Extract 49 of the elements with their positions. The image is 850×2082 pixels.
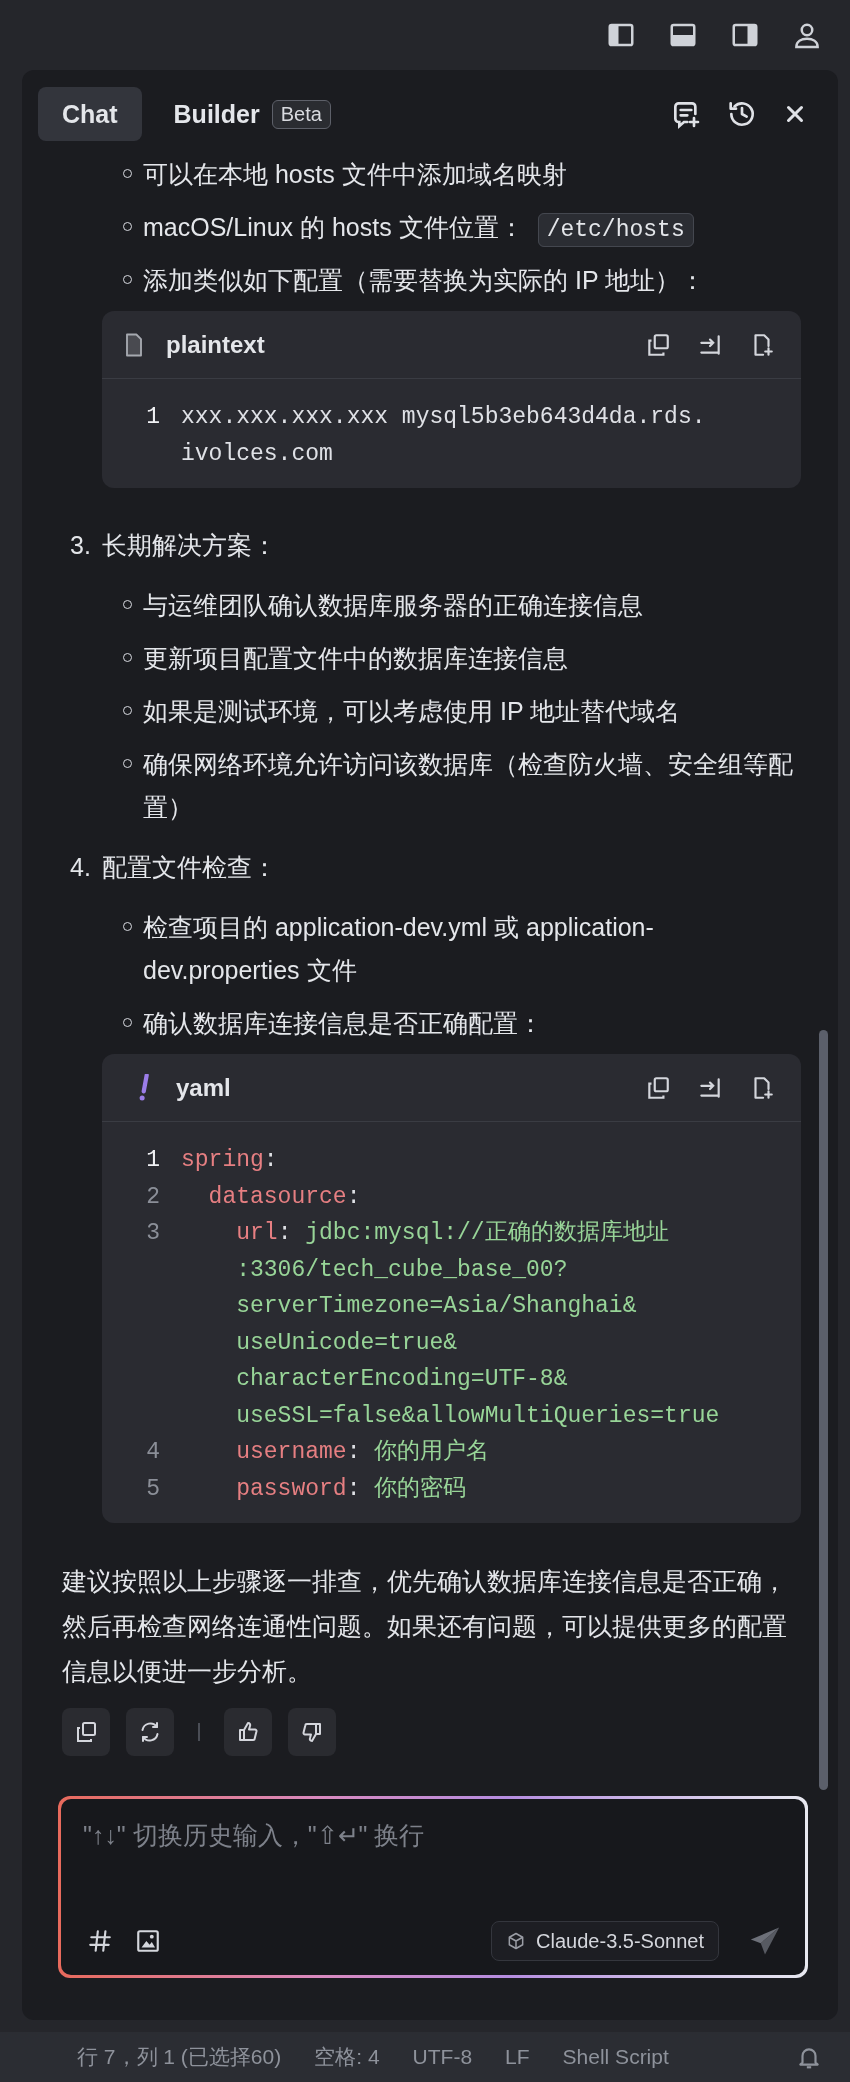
hash-icon (87, 1928, 113, 1954)
code-line: password: 你的密码 (235, 1474, 467, 1504)
list-item-text: 长期解决方案： (102, 530, 277, 561)
list-item-text: 检查项目的 application-dev.yml 或 application-dev.properties 文件 (143, 912, 655, 986)
copy-icon (645, 1074, 671, 1101)
list-item-text: 确保网络环境允许访问该数据库（检查防火墙、安全组等配置） (143, 749, 794, 823)
code-line: url: jdbc:mysql://正确的数据库地址 :3306/tech_cube_base_00? serverTimezone=Asia/Shanghai& useUnicode=true& characterEncoding=UTF-8& useSSL=false&allowMultiQueries=true (235, 1218, 720, 1431)
line-number: 2 (145, 1182, 160, 1212)
list-item-text: 与运维团队确认数据库服务器的正确连接信息 (143, 590, 643, 621)
thumbs-up-button[interactable] (223, 1708, 272, 1756)
status-item[interactable]: UTF-8 (412, 2045, 473, 2069)
list-number: 3. (70, 530, 92, 561)
scrollbar[interactable] (819, 1030, 828, 1790)
tab[interactable]: Builder Beta (159, 87, 355, 141)
image-icon (135, 1928, 161, 1954)
line-number: 1 (145, 403, 160, 432)
list-item-text: 更新项目配置文件中的数据库连接信息 (143, 643, 568, 674)
list-item-text: 可以在本地 hosts 文件中添加域名映射 (143, 159, 567, 190)
regenerate-button[interactable] (126, 1708, 174, 1756)
list-item-text: 添加类似如下配置（需要替换为实际的 IP 地址）： (143, 265, 706, 296)
list-item-text: 确认数据库连接信息是否正确配置： (143, 1008, 543, 1039)
code-line: spring: (181, 1146, 278, 1175)
inline-code: /etc/hosts (537, 213, 694, 247)
thumbs-down-button[interactable] (287, 1708, 336, 1756)
list-item-text: 配置文件检查： (102, 852, 277, 883)
message-input[interactable]: "↑↓" 切换历史输入，"⇧↵" 换行 Claude-3.5-Sonnet (58, 1796, 808, 1978)
list-number: 4. (70, 852, 92, 883)
line-number: 5 (145, 1474, 160, 1504)
status-item[interactable]: LF (505, 2045, 530, 2069)
message-paragraph: 建议按照以上步骤逐一排查，优先确认数据库连接信息是否正确，然后再检查网络连通性问题。如果还有问题，可以提供更多的配置信息以便进一步分析。 (62, 1566, 788, 1687)
status-item[interactable]: 空格: 4 (314, 2043, 380, 2071)
code-language: plaintext (166, 330, 265, 359)
code-line: datasource: (207, 1182, 361, 1212)
status-item[interactable]: Shell Script (562, 2045, 669, 2069)
copy-icon (74, 1720, 98, 1744)
beta-badge: Beta (271, 99, 331, 129)
model-selector[interactable]: Claude-3.5-Sonnet (491, 1921, 719, 1961)
line-number: 1 (145, 1146, 160, 1175)
code-language: yaml (176, 1073, 231, 1102)
code-line: username: 你的用户名 (235, 1437, 490, 1467)
line-number: 4 (145, 1438, 160, 1467)
list-item-text: macOS/Linux 的 hosts 文件位置： /etc/hosts (143, 206, 694, 249)
list-item-text: 如果是测试环境，可以考虑使用 IP 地址替代域名 (143, 696, 681, 727)
copy-icon (645, 331, 671, 358)
code-line: xxx.xxx.xxx.xxx mysql5b3eb643d4da.rds. ivolces.com (181, 403, 706, 469)
copy-button[interactable] (62, 1708, 110, 1756)
tab[interactable]: Chat (38, 87, 142, 141)
status-item[interactable]: 行 7，列 1 (已选择60) (77, 2043, 282, 2071)
line-number: 3 (145, 1219, 160, 1248)
